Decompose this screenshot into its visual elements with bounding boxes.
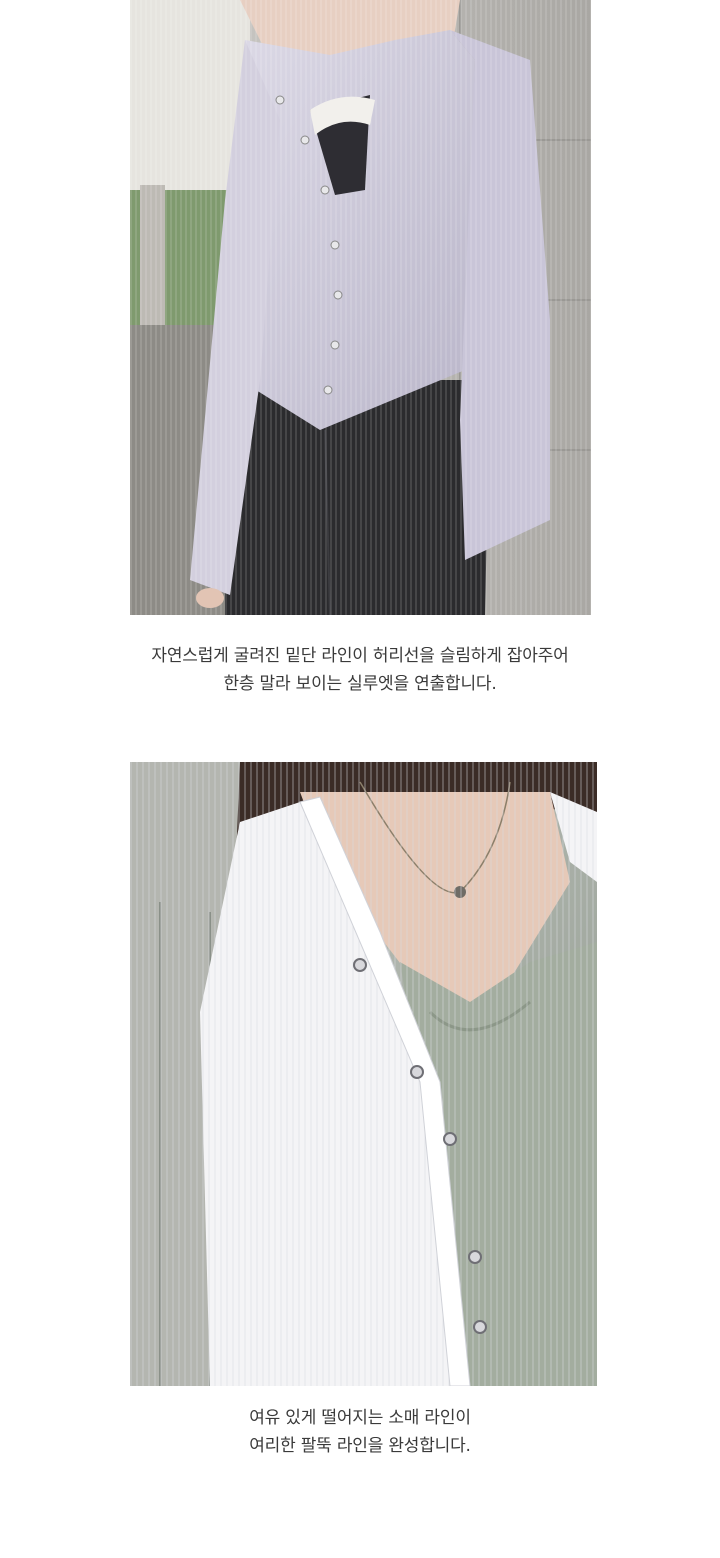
caption-line: 자연스럽게 굴려진 밑단 라인이 허리선을 슬림하게 잡아주어 (151, 646, 569, 666)
product-photo-white-cardigan (130, 762, 597, 1386)
product-photo-lavender-cardigan (130, 0, 591, 615)
caption-line: 여유 있게 떨어지는 소매 라인이 (249, 1408, 471, 1428)
caption-line: 한층 말라 보이는 실루엣을 연출합니다. (223, 674, 497, 694)
caption-sleeve-line: 여유 있게 떨어지는 소매 라인이 여리한 팔뚝 라인을 완성합니다. (0, 1404, 720, 1460)
caption-line: 여리한 팔뚝 라인을 완성합니다. (249, 1436, 471, 1456)
caption-slim-hemline: 자연스럽게 굴려진 밑단 라인이 허리선을 슬림하게 잡아주어 한층 말라 보이… (0, 642, 720, 698)
